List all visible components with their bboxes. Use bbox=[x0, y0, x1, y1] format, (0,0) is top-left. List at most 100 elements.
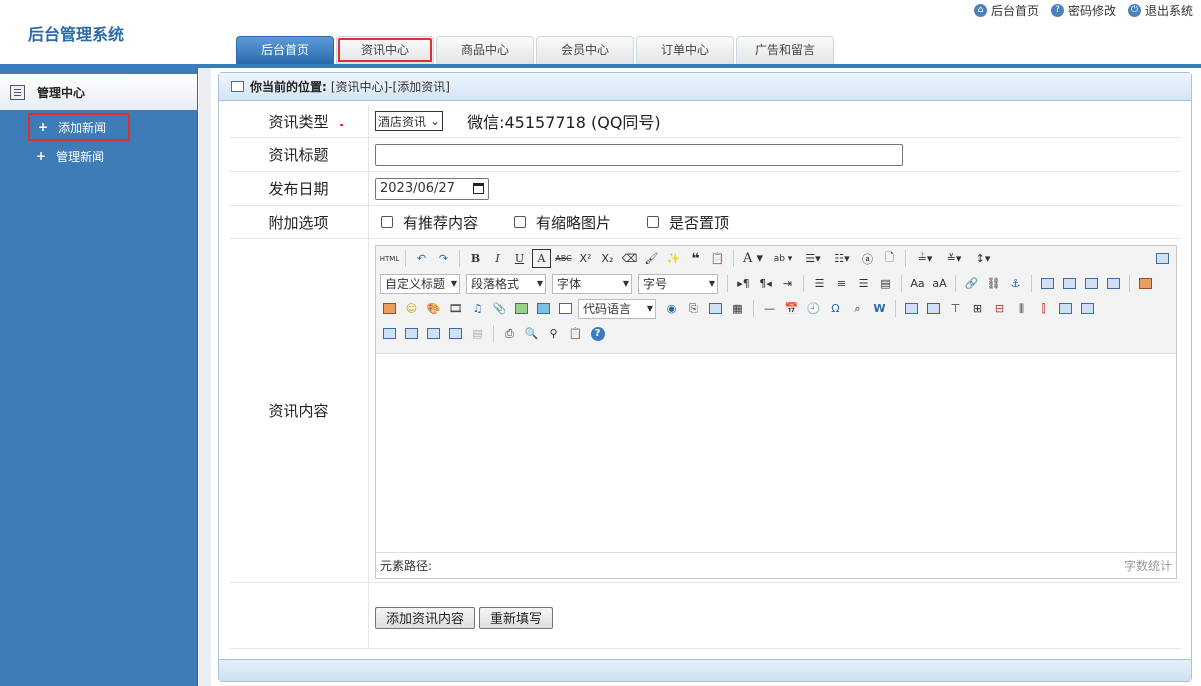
word-image-icon[interactable]: W bbox=[870, 299, 889, 318]
reset-button[interactable]: 重新填写 bbox=[479, 606, 554, 629]
search-icon[interactable]: ⚲ bbox=[544, 324, 563, 343]
highlight-color-icon[interactable]: ab ▾ bbox=[769, 249, 797, 268]
title-input[interactable] bbox=[375, 143, 903, 166]
search-replace-icon[interactable]: ⌕ bbox=[848, 299, 867, 318]
help-icon[interactable]: ? bbox=[588, 324, 607, 343]
merge-right-icon[interactable] bbox=[1078, 299, 1097, 318]
preview-icon[interactable]: 🔍 bbox=[522, 324, 541, 343]
link-icon[interactable]: 🔗 bbox=[962, 274, 981, 293]
music-icon[interactable]: ♫ bbox=[468, 299, 487, 318]
charts-icon[interactable]: ▤ bbox=[468, 324, 487, 343]
tab-ads[interactable]: 广告和留言 bbox=[736, 36, 834, 64]
auto-format-icon[interactable]: ✨ bbox=[664, 249, 683, 268]
unordered-list-icon[interactable]: ☷▾ bbox=[829, 249, 855, 268]
recommend-checkbox[interactable]: 有推荐内容 bbox=[375, 212, 478, 233]
redo-icon[interactable]: ↷ bbox=[434, 249, 453, 268]
insert-col-icon[interactable]: ⫼ bbox=[1012, 299, 1031, 318]
ltr-icon[interactable]: ▸¶ bbox=[734, 274, 753, 293]
drafts-icon[interactable]: 📋 bbox=[566, 324, 585, 343]
pin-checkbox[interactable]: 是否置顶 bbox=[641, 212, 729, 233]
align-left-icon[interactable]: ☰ bbox=[810, 274, 829, 293]
image-right-icon[interactable] bbox=[1082, 274, 1101, 293]
ordered-list-icon[interactable]: ☰▾ bbox=[800, 249, 826, 268]
multi-image-icon[interactable] bbox=[380, 299, 399, 318]
line-height-icon[interactable]: ↕▾ bbox=[970, 249, 996, 268]
insert-frame-icon[interactable] bbox=[556, 299, 575, 318]
insert-paragraph-before-table-icon[interactable]: ⊤ bbox=[946, 299, 965, 318]
special-chars-icon[interactable]: Ω bbox=[826, 299, 845, 318]
paragraph-combo[interactable]: 段落格式 ▼ bbox=[466, 273, 546, 294]
split-cols-icon[interactable] bbox=[446, 324, 465, 343]
print-icon[interactable]: ⎙ bbox=[500, 324, 519, 343]
date-icon[interactable]: 📅 bbox=[782, 299, 801, 318]
font-color-icon[interactable]: A ▾ bbox=[740, 249, 766, 268]
type-select[interactable]: 酒店资讯 ⌄ bbox=[375, 111, 444, 131]
sidebar-item-add-news[interactable]: + 添加新闻 bbox=[28, 113, 130, 141]
image-left-icon[interactable] bbox=[1060, 274, 1079, 293]
insert-image-icon[interactable] bbox=[1136, 274, 1155, 293]
password-link[interactable]: ? 密码修改 bbox=[1050, 2, 1116, 19]
font-combo[interactable]: 字体 ▼ bbox=[552, 273, 632, 294]
code-language-combo[interactable]: 代码语言 ▼ bbox=[578, 298, 656, 319]
eraser-icon[interactable]: ⌫ bbox=[620, 249, 639, 268]
clear-doc-icon[interactable]: 🗋 bbox=[880, 249, 899, 268]
split-cells-icon[interactable] bbox=[402, 324, 421, 343]
pagebreak-icon[interactable]: ⎘ bbox=[684, 299, 703, 318]
template-icon[interactable] bbox=[706, 299, 725, 318]
scrawl-icon[interactable]: 🎨 bbox=[424, 299, 443, 318]
html-source-icon[interactable]: HTML bbox=[380, 249, 399, 268]
delete-table-icon[interactable] bbox=[924, 299, 943, 318]
font-border-icon[interactable]: A bbox=[532, 249, 551, 268]
bold-icon[interactable]: B bbox=[466, 249, 485, 268]
image-center-icon[interactable] bbox=[1104, 274, 1123, 293]
align-center-icon[interactable]: ≡ bbox=[832, 274, 851, 293]
merge-down-icon[interactable] bbox=[380, 324, 399, 343]
size-combo[interactable]: 字号 ▼ bbox=[638, 273, 718, 294]
align-right-icon[interactable]: ☰ bbox=[854, 274, 873, 293]
row-spacing-top-icon[interactable]: ≟▾ bbox=[912, 249, 938, 268]
date-input[interactable]: 2023/06/27 bbox=[375, 177, 489, 200]
split-rows-icon[interactable] bbox=[424, 324, 443, 343]
map-icon[interactable] bbox=[512, 299, 531, 318]
time-icon[interactable]: 🕘 bbox=[804, 299, 823, 318]
merge-cells-icon[interactable] bbox=[1056, 299, 1075, 318]
insert-table-icon[interactable] bbox=[902, 299, 921, 318]
delete-col-icon[interactable]: ⫿ bbox=[1034, 299, 1053, 318]
row-spacing-bottom-icon[interactable]: ≚▾ bbox=[941, 249, 967, 268]
submit-button[interactable]: 添加资讯内容 bbox=[375, 606, 476, 629]
unlink-icon[interactable]: ⛓ bbox=[984, 274, 1003, 293]
select-all-icon[interactable]: ⓐ bbox=[858, 249, 877, 268]
image-none-icon[interactable] bbox=[1038, 274, 1057, 293]
background-icon[interactable]: ▦ bbox=[728, 299, 747, 318]
horizontal-rule-icon[interactable]: — bbox=[760, 299, 779, 318]
editor-content-area[interactable] bbox=[376, 354, 1176, 552]
align-justify-icon[interactable]: ▤ bbox=[876, 274, 895, 293]
tab-members[interactable]: 会员中心 bbox=[536, 36, 634, 64]
sidebar-header[interactable]: 管理中心 bbox=[0, 74, 197, 110]
subscript-icon[interactable]: X₂ bbox=[598, 249, 617, 268]
insert-row-icon[interactable]: ⊞ bbox=[968, 299, 987, 318]
blockquote-icon[interactable]: ❝ bbox=[686, 249, 705, 268]
fullscreen-icon[interactable] bbox=[1153, 249, 1172, 268]
logout-link[interactable]: ⏻ 退出系统 bbox=[1127, 2, 1193, 19]
undo-icon[interactable]: ↶ bbox=[412, 249, 431, 268]
video-icon[interactable]: 🎞 bbox=[446, 299, 465, 318]
gmap-icon[interactable] bbox=[534, 299, 553, 318]
uppercase-icon[interactable]: Aa bbox=[908, 274, 927, 293]
delete-row-icon[interactable]: ⊟ bbox=[990, 299, 1009, 318]
emoji-icon[interactable]: ☺ bbox=[402, 299, 421, 318]
calendar-icon[interactable] bbox=[473, 183, 484, 194]
web-app-icon[interactable]: ◉ bbox=[662, 299, 681, 318]
format-brush-icon[interactable]: 🖌 bbox=[642, 249, 661, 268]
home-link[interactable]: ⌂ 后台首页 bbox=[973, 2, 1039, 19]
rtl-icon[interactable]: ¶◂ bbox=[756, 274, 775, 293]
attachment-icon[interactable]: 📎 bbox=[490, 299, 509, 318]
italic-icon[interactable]: I bbox=[488, 249, 507, 268]
strikethrough-icon[interactable]: ABC bbox=[554, 249, 573, 268]
anchor-icon[interactable]: ⚓ bbox=[1006, 274, 1025, 293]
custom-title-combo[interactable]: 自定义标题 ▼ bbox=[380, 273, 460, 294]
thumbnail-checkbox[interactable]: 有缩略图片 bbox=[508, 212, 611, 233]
paste-text-icon[interactable]: 📋 bbox=[708, 249, 727, 268]
tab-home[interactable]: 后台首页 bbox=[236, 36, 334, 64]
sidebar-item-manage-news[interactable]: + 管理新闻 bbox=[28, 142, 130, 170]
